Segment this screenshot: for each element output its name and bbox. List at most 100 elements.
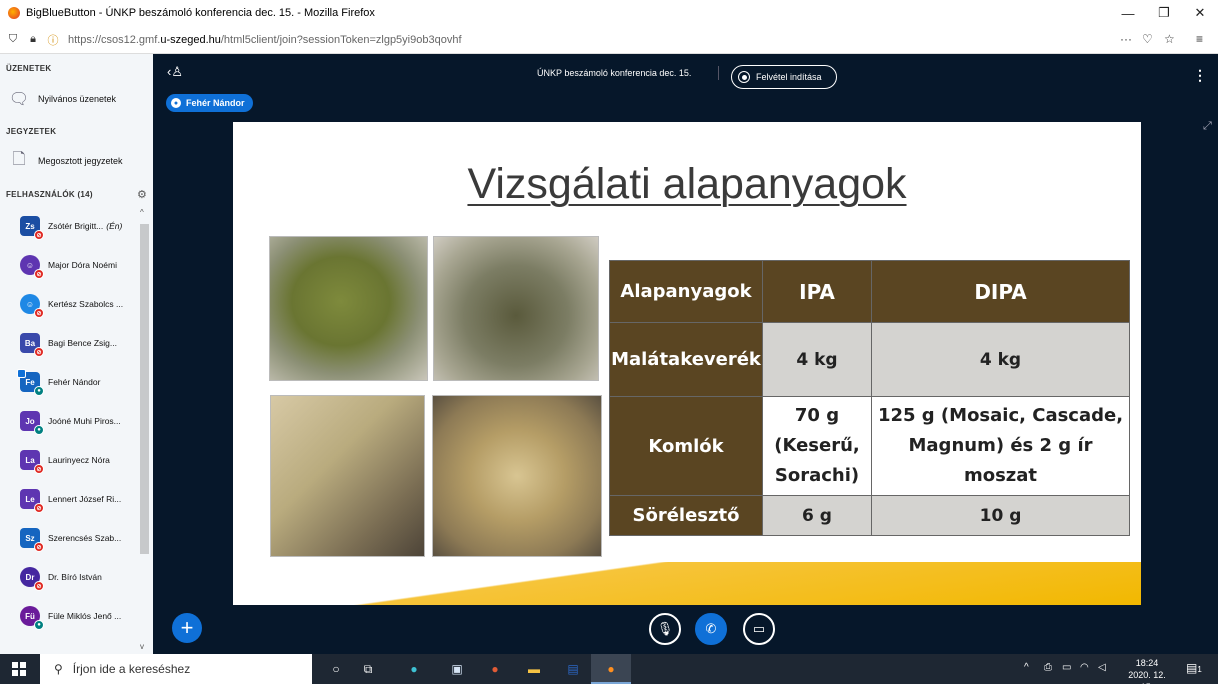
cortana-icon[interactable]: ○ (327, 660, 345, 678)
store-icon[interactable]: ▣ (448, 660, 466, 678)
slide-decoration-bar (233, 562, 1141, 605)
firefox-icon (8, 7, 20, 19)
mic-on-icon: ● (34, 620, 44, 630)
scroll-down-icon[interactable]: v (140, 642, 144, 651)
task-view-icon[interactable]: ⧉ (359, 660, 377, 678)
user-list-item[interactable]: Sz ⊘ Szerencsés Szab... (20, 524, 146, 552)
battery-icon[interactable]: ▭ (1062, 662, 1071, 673)
user-name: Joóné Muhi Piros... (48, 416, 121, 426)
microphone-icon: ● (171, 98, 181, 108)
options-menu-icon[interactable]: ⋮ (1193, 67, 1207, 84)
camera-off-icon: ▭ (752, 621, 766, 636)
pocket-icon[interactable]: ♡ (1142, 32, 1153, 46)
fullscreen-icon[interactable]: ⤢ (1203, 120, 1212, 133)
user-list-toggle-icon[interactable]: ‹♙ (167, 64, 183, 80)
table-cell: 4 kg (871, 322, 1130, 397)
user-list-item[interactable]: Jo ● Joóné Muhi Piros... (20, 407, 146, 435)
yeast-packet-photo (270, 395, 425, 557)
ingredients-table: Alapanyagok IPA DIPA Malátakeverék 4 kg … (609, 260, 1130, 536)
taskbar-search-input[interactable]: ⚲ Írjon ide a kereséshez (40, 654, 312, 684)
windows-start-icon[interactable] (12, 662, 26, 676)
record-button[interactable]: Felvétel indítása (731, 65, 837, 89)
minimize-button[interactable]: — (1110, 0, 1146, 26)
word-icon[interactable]: ▤ (564, 660, 582, 678)
clock-date: 2020. 12. 15. (1128, 670, 1166, 692)
sidebar: ÜZENETEK 🗨︎ Nyilvános üzenetek JEGYZETEK… (0, 54, 153, 654)
actions-plus-button[interactable]: + (172, 613, 202, 643)
user-name: Fehér Nándor (48, 377, 101, 387)
slide-title: Vizsgálati alapanyagok (467, 160, 907, 208)
windows-taskbar: ⚲ Írjon ide a kereséshez ○ ⧉ ● ▣ ● ▬ ▤ ●… (0, 654, 1218, 692)
table-cell: 6 g (762, 495, 872, 536)
user-name: Szerencsés Szab... (48, 533, 122, 543)
shield-icon[interactable]: ⛉ (6, 33, 20, 46)
user-list-item[interactable]: La ⊘ Laurinyecz Nóra (20, 446, 146, 474)
window-title: BigBlueButton - ÚNKP beszámoló konferenc… (26, 7, 375, 19)
user-list-item[interactable]: Ba ⊘ Bagi Bence Zsig... (20, 329, 146, 357)
avatar: Jo ● (20, 411, 44, 435)
main-area: ‹♙ ÚNKP beszámoló konferencia dec. 15. F… (153, 54, 1218, 654)
user-list-item[interactable]: Dr ⊘ Dr. Bíró István (20, 563, 146, 591)
user-list-item[interactable]: ☺ ⊘ Major Dóra Noémi (20, 251, 146, 279)
firefox-taskbar-icon[interactable]: ● (602, 660, 620, 678)
hop-bag-photo (433, 236, 599, 381)
user-name: Bagi Bence Zsig... (48, 338, 117, 348)
leave-audio-button[interactable]: ✆ (695, 613, 727, 645)
table-cell: 125 g (Mosaic, Cascade, Magnum) és 2 g í… (871, 396, 1130, 496)
table-header: DIPA (871, 260, 1130, 323)
avatar: Fe ● (17, 369, 44, 396)
users-section-title: FELHASZNÁLÓK (14) (6, 190, 93, 199)
hop-pellets-photo (269, 236, 428, 381)
user-list-item[interactable]: Fe ● Fehér Nándor (17, 368, 146, 396)
permissions-icon[interactable]: ⓘ (46, 32, 60, 48)
public-chat-label: Nyilvános üzenetek (38, 94, 117, 104)
record-label: Felvétel indítása (756, 72, 822, 82)
user-list-item[interactable]: Zs ⊘ Zsótér Brigitt... (Én) (20, 212, 146, 240)
close-button[interactable]: ✕ (1182, 0, 1218, 26)
malt-grains-photo (432, 395, 602, 557)
url-bar[interactable]: ⛉ 🔒︎ ⓘ https://csos12.gmf.u-szeged.hu/ht… (0, 26, 1218, 54)
talking-user-name: Fehér Nándor (186, 98, 245, 108)
presenter-icon (17, 369, 26, 378)
lock-icon[interactable]: 🔒︎ (26, 33, 40, 46)
hamburger-menu-icon[interactable]: ≡ (1196, 32, 1203, 46)
avatar: Zs ⊘ (20, 216, 44, 240)
file-explorer-icon[interactable]: ▬ (525, 660, 543, 678)
url-text[interactable]: https://csos12.gmf.u-szeged.hu/html5clie… (68, 34, 462, 46)
talking-indicator[interactable]: ● Fehér Nándor (166, 94, 253, 112)
scroll-up-icon[interactable]: ^ (140, 208, 144, 217)
user-list-item[interactable]: Le ⊘ Lennert József Ri... (20, 485, 146, 513)
avatar: Sz ⊘ (20, 528, 44, 552)
wifi-icon[interactable]: ◠ (1080, 662, 1089, 673)
meeting-title: ÚNKP beszámoló konferencia dec. 15. (537, 68, 692, 78)
userlist-scrollbar[interactable] (140, 224, 149, 554)
mute-mic-button[interactable]: 🎙︎ (649, 613, 681, 645)
volume-icon[interactable]: ◁ (1098, 662, 1106, 673)
shared-notes-label: Megosztott jegyzetek (38, 156, 123, 166)
taskbar-clock[interactable]: 18:24 2020. 12. 15. (1122, 657, 1172, 693)
edge-icon[interactable]: ● (405, 660, 423, 678)
maximize-button[interactable]: ❐ (1146, 0, 1182, 26)
avatar: Fü ● (20, 606, 44, 630)
user-list-item[interactable]: ☺ ⊘ Kertész Szabolcs ... (20, 290, 146, 318)
title-divider (718, 66, 719, 80)
shared-notes-item[interactable]: 🗋︎ Megosztott jegyzetek (8, 150, 123, 172)
gear-icon[interactable]: ⚙ (137, 188, 147, 201)
tray-icon[interactable]: ⎙ (1044, 662, 1052, 673)
page-actions-icon[interactable]: ··· (1120, 32, 1132, 46)
avatar: ☺ ⊘ (20, 294, 44, 318)
public-chat-item[interactable]: 🗨︎ Nyilvános üzenetek (8, 88, 116, 110)
user-name: Major Dóra Noémi (48, 260, 117, 270)
bookmark-star-icon[interactable]: ☆ (1164, 32, 1175, 46)
user-list-item[interactable]: Fü ● Füle Miklós Jenő ... (20, 602, 146, 630)
user-name: Laurinyecz Nóra (48, 455, 110, 465)
mic-muted-icon: ⊘ (34, 230, 44, 240)
mic-muted-icon: ⊘ (34, 542, 44, 552)
user-name: Zsótér Brigitt... (48, 221, 104, 231)
share-webcam-button[interactable]: ▭ (743, 613, 775, 645)
powerpoint-icon[interactable]: ● (486, 660, 504, 678)
mic-muted-icon: ⊘ (34, 347, 44, 357)
notification-center-icon[interactable]: ▤1 (1186, 661, 1202, 675)
table-cell: 10 g (871, 495, 1130, 536)
tray-expand-icon[interactable]: ^ (1024, 662, 1029, 673)
